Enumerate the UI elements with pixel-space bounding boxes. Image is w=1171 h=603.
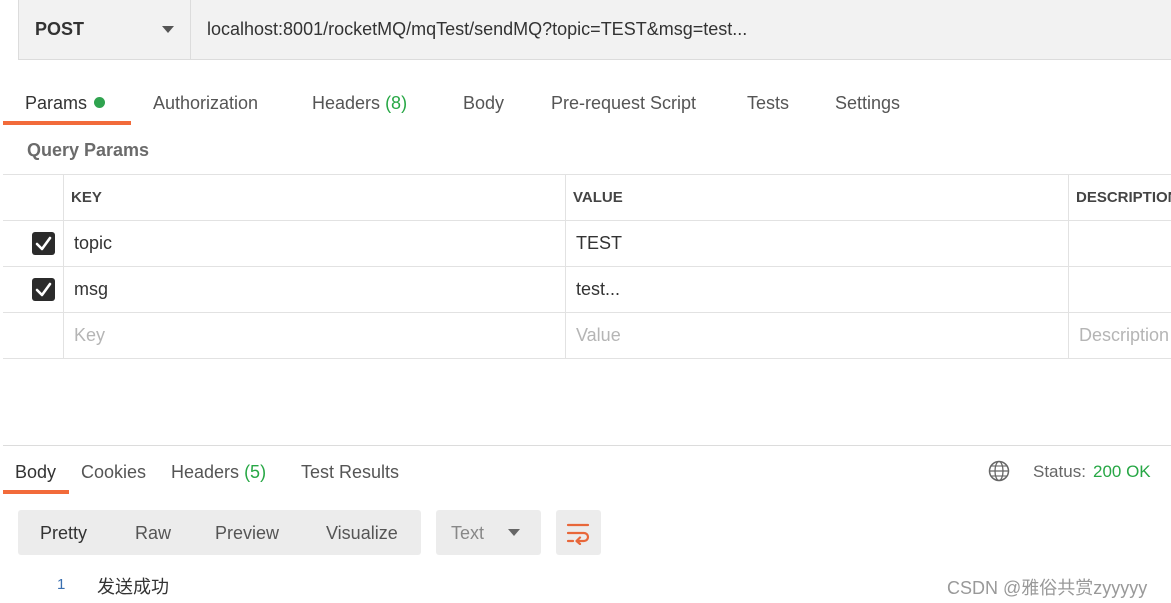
- response-tab-test-results[interactable]: Test Results: [301, 462, 399, 483]
- response-body-text: 发送成功: [97, 577, 169, 598]
- row-checkbox[interactable]: [32, 232, 55, 255]
- line-number: 1: [57, 576, 66, 593]
- globe-icon[interactable]: [988, 460, 1010, 482]
- mode-visualize[interactable]: Visualize: [326, 523, 398, 544]
- wrap-lines-button[interactable]: [556, 510, 601, 555]
- response-tab-headers-label: Headers: [171, 462, 240, 482]
- column-header-value: VALUE: [573, 189, 623, 206]
- column-divider: [63, 175, 64, 359]
- params-table: KEY VALUE DESCRIPTION topic TEST msg tes…: [3, 174, 1171, 360]
- active-tab-indicator: [3, 121, 131, 125]
- param-value[interactable]: TEST: [576, 233, 622, 254]
- row-divider: [3, 358, 1171, 359]
- response-tab-body[interactable]: Body: [15, 462, 56, 483]
- mode-pretty[interactable]: Pretty: [40, 523, 87, 544]
- row-divider: [3, 220, 1171, 221]
- tab-prerequest-script[interactable]: Pre-request Script: [551, 93, 696, 114]
- wrap-lines-icon: [566, 523, 590, 545]
- request-tabs: Params Authorization Headers (8) Body Pr…: [0, 80, 1171, 126]
- query-params-title: Query Params: [27, 140, 150, 160]
- method-label: POST: [35, 19, 85, 39]
- check-icon: [35, 236, 52, 251]
- tab-params[interactable]: Params: [25, 93, 106, 114]
- status-label: Status:: [1033, 462, 1086, 481]
- response-tab-headers-count: (5): [244, 462, 267, 482]
- chevron-down-icon: [162, 26, 174, 33]
- new-value-input[interactable]: Value: [576, 325, 621, 346]
- column-header-key: KEY: [71, 189, 102, 206]
- new-description-input[interactable]: Description: [1079, 325, 1169, 346]
- method-select[interactable]: POST: [19, 0, 191, 59]
- column-divider: [1068, 175, 1069, 359]
- response-tab-headers[interactable]: Headers (5): [171, 462, 266, 483]
- tab-body[interactable]: Body: [463, 93, 504, 114]
- response-tab-cookies[interactable]: Cookies: [81, 462, 146, 483]
- format-label: Text: [451, 523, 485, 543]
- check-icon: [35, 282, 52, 297]
- tab-settings[interactable]: Settings: [835, 93, 900, 114]
- row-divider: [3, 266, 1171, 267]
- row-divider: [3, 312, 1171, 313]
- status-value: 200 OK: [1093, 462, 1151, 481]
- params-indicator-icon: [94, 97, 106, 108]
- row-checkbox[interactable]: [32, 278, 55, 301]
- mode-preview[interactable]: Preview: [215, 523, 279, 544]
- param-key[interactable]: msg: [74, 279, 108, 300]
- tab-headers-label: Headers: [312, 93, 381, 113]
- url-bar: POST localhost:8001/rocketMQ/mqTest/send…: [18, 0, 1171, 60]
- url-input[interactable]: localhost:8001/rocketMQ/mqTest/sendMQ?to…: [207, 0, 747, 59]
- tab-headers-count: (8): [385, 93, 408, 113]
- response-divider: [3, 445, 1171, 446]
- response-view-modes: Pretty Raw Preview Visualize: [18, 510, 421, 555]
- chevron-down-icon: [508, 529, 520, 536]
- param-key[interactable]: topic: [74, 233, 112, 254]
- format-select[interactable]: Text: [436, 510, 541, 555]
- tab-headers[interactable]: Headers (8): [312, 93, 407, 114]
- tab-tests[interactable]: Tests: [747, 93, 789, 114]
- active-response-tab-indicator: [3, 490, 69, 494]
- mode-raw[interactable]: Raw: [135, 523, 171, 544]
- new-key-input[interactable]: Key: [74, 325, 105, 346]
- watermark: CSDN @雅俗共赏zyyyyy: [947, 578, 1148, 598]
- param-value[interactable]: test...: [576, 279, 620, 300]
- tab-authorization[interactable]: Authorization: [153, 93, 258, 114]
- column-header-description: DESCRIPTION: [1076, 189, 1171, 206]
- column-divider: [565, 175, 566, 359]
- tab-params-label: Params: [25, 93, 88, 113]
